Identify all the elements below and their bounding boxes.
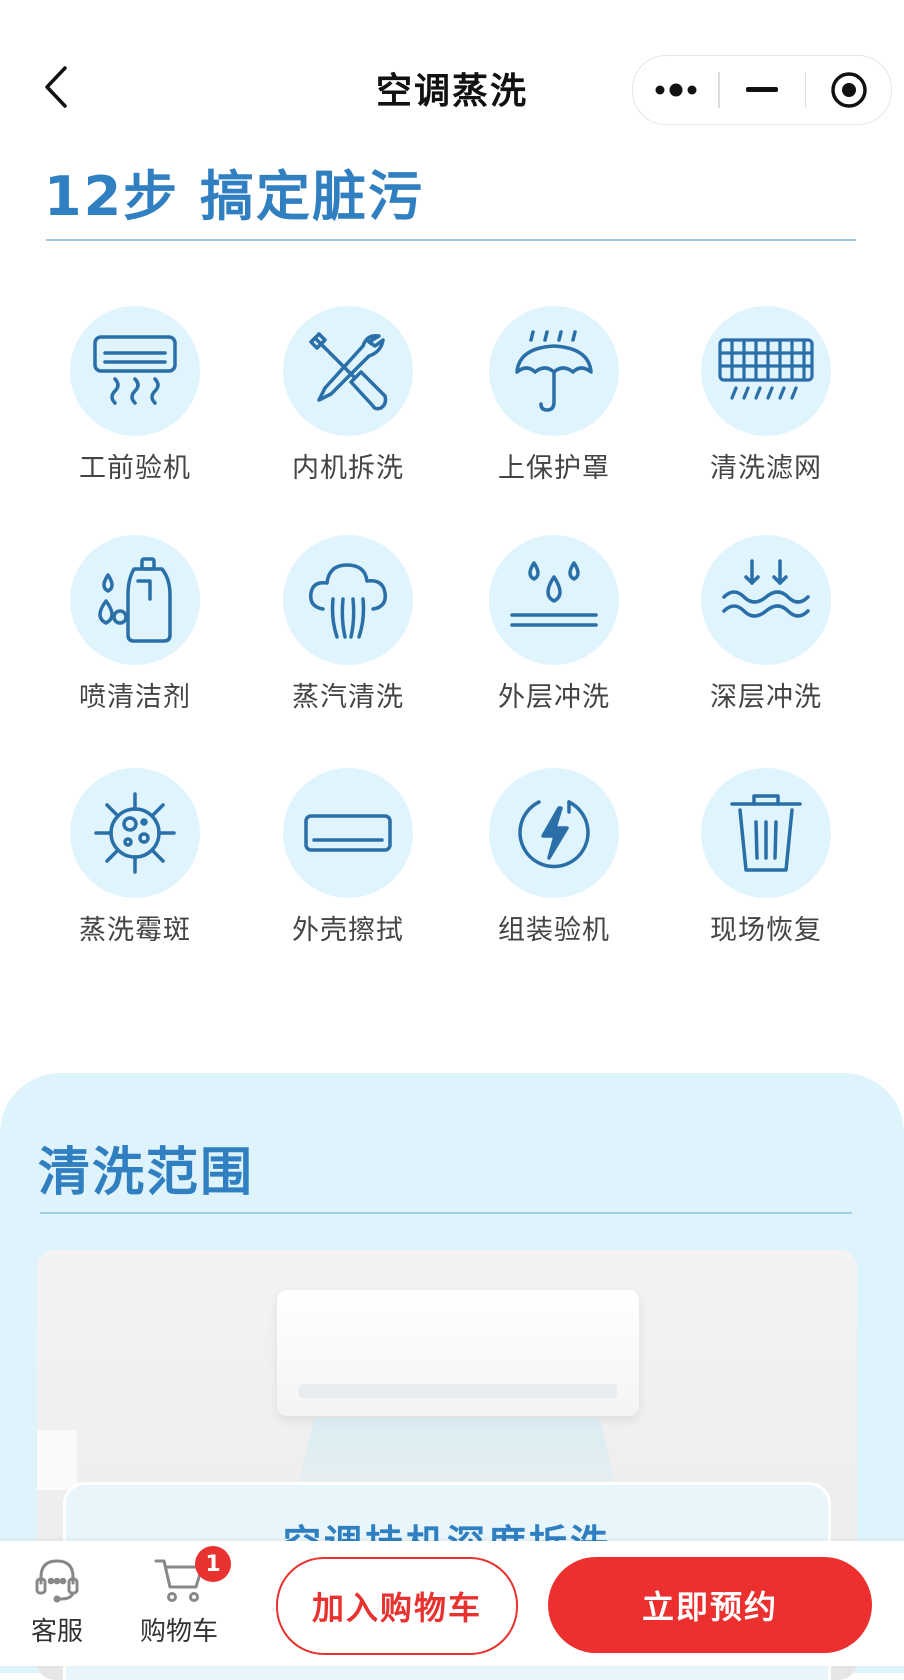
step-label: 喷清洁剂 (79, 682, 191, 713)
cart-count-badge: 1 (195, 1546, 231, 1582)
step-label: 蒸洗霉斑 (79, 915, 191, 946)
step-icon-circle (701, 768, 831, 898)
deep-water-icon (722, 559, 810, 618)
step-item: 清洗滤网 (666, 306, 866, 485)
filter-grid-icon (718, 338, 814, 400)
customer-service-label: 客服 (30, 1617, 83, 1647)
step-label: 上保护罩 (498, 453, 610, 484)
step-icon-circle (283, 306, 413, 436)
headset-icon (35, 1559, 79, 1603)
step-icon-circle (489, 768, 619, 898)
step-label: 工前验机 (79, 453, 191, 484)
add-to-cart-button[interactable]: 加入购物车 (276, 1557, 518, 1655)
step-item: 蒸汽清洗 (248, 535, 448, 714)
target-icon (830, 72, 867, 108)
minimize-icon (746, 87, 778, 92)
power-bolt-icon (518, 800, 590, 869)
step-label: 蒸汽清洗 (292, 682, 404, 713)
step-label: 外壳擦拭 (292, 915, 404, 946)
step-icon-circle (283, 768, 413, 898)
lamp-shade (37, 1430, 77, 1490)
step-item: 上保护罩 (454, 306, 654, 485)
step-icon-circle (489, 535, 619, 665)
step-item: 喷清洁剂 (35, 535, 235, 714)
top-navigation-bar: 空调蒸洗 (0, 0, 904, 150)
scope-section-title: 清洗范围 (38, 1143, 255, 1203)
steps-title-divider (46, 239, 856, 241)
step-label: 深层冲洗 (710, 682, 822, 713)
more-button[interactable] (633, 56, 718, 124)
ac-vent (299, 1384, 617, 1398)
step-icon-circle (489, 306, 619, 436)
step-icon-circle (70, 306, 200, 436)
mold-virus-icon (94, 792, 176, 874)
step-item: 内机拆洗 (248, 306, 448, 485)
book-now-button[interactable]: 立即预约 (548, 1557, 872, 1653)
step-label: 组装验机 (498, 915, 610, 946)
step-label: 内机拆洗 (292, 453, 404, 484)
steps-section-title: 12步 搞定脏污 (44, 165, 424, 228)
close-miniprogram-button[interactable] (806, 56, 891, 124)
step-item: 组装验机 (454, 768, 654, 947)
more-dots-icon (655, 83, 696, 97)
step-icon-circle (701, 535, 831, 665)
step-icon-circle (70, 768, 200, 898)
step-item: 深层冲洗 (666, 535, 866, 714)
ac-unit-image (277, 1290, 639, 1416)
step-item: 现场恢复 (666, 768, 866, 947)
step-item: 外壳擦拭 (248, 768, 448, 947)
step-item: 蒸洗霉斑 (35, 768, 235, 947)
trash-bin-icon (730, 794, 802, 872)
detergent-bottle-icon (98, 557, 172, 643)
step-icon-circle (70, 535, 200, 665)
air-conditioner-heat-icon (93, 335, 177, 405)
water-drops-icon (510, 561, 598, 627)
step-label: 外层冲洗 (498, 682, 610, 713)
tools-icon (309, 332, 388, 411)
minimize-button[interactable] (720, 56, 805, 124)
step-item: 外层冲洗 (454, 535, 654, 714)
umbrella-rain-icon (515, 330, 593, 412)
ac-panel-icon (304, 814, 392, 852)
step-item: 工前验机 (35, 306, 235, 485)
mini-program-capsule (632, 55, 892, 125)
customer-service-button[interactable]: 客服 (12, 1555, 102, 1648)
cart-label: 购物车 (139, 1617, 218, 1647)
step-label: 现场恢复 (710, 915, 822, 946)
step-icon-circle (701, 306, 831, 436)
scope-title-divider (40, 1212, 852, 1214)
step-label: 清洗滤网 (710, 453, 822, 484)
steam-cloud-icon (309, 563, 387, 639)
step-icon-circle (283, 535, 413, 665)
